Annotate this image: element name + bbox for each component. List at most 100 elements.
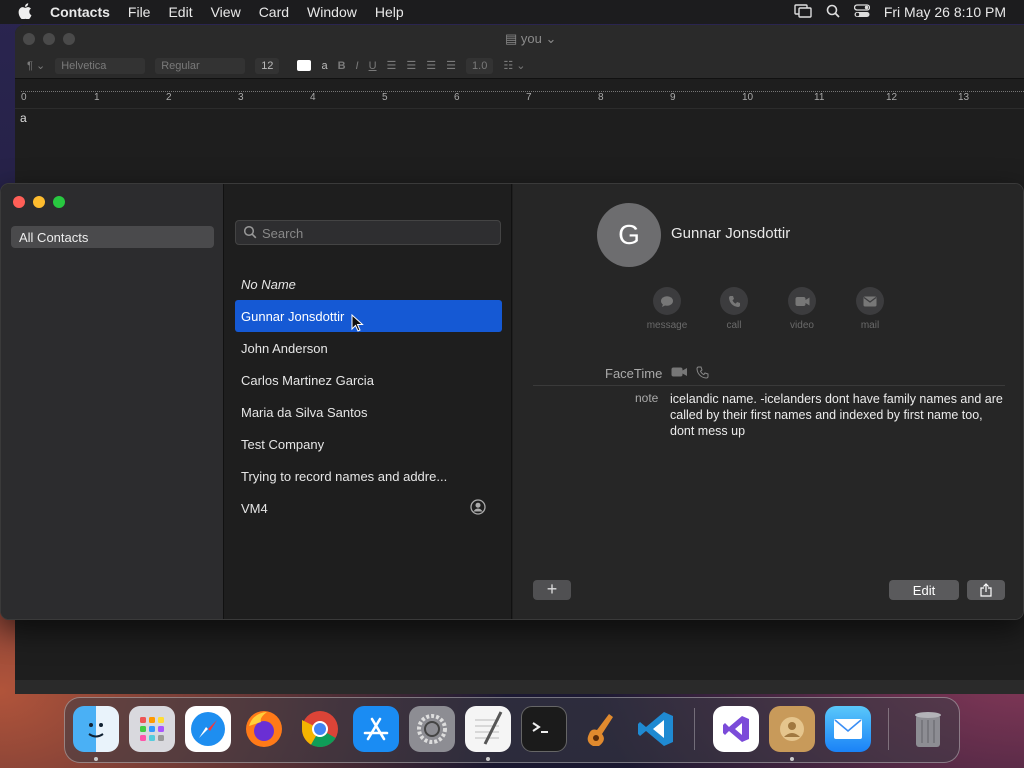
trash-icon[interactable] (905, 706, 951, 752)
video-button[interactable]: video (772, 287, 832, 331)
menu-window[interactable]: Window (307, 4, 357, 20)
list-item[interactable]: Carlos Martinez Garcia (235, 364, 502, 396)
visual-studio-icon[interactable] (713, 706, 759, 752)
share-icon (980, 583, 992, 597)
mail-button[interactable]: mail (840, 287, 900, 331)
ruler-number: 7 (526, 92, 532, 103)
search-placeholder: Search (262, 226, 304, 241)
font-family-select[interactable]: Helvetica (55, 57, 146, 74)
align-right-icon[interactable]: ☰ (426, 59, 436, 72)
font-style-select[interactable]: Regular (155, 57, 246, 74)
align-left-icon[interactable]: ☰ (387, 59, 397, 72)
finder-icon[interactable] (73, 706, 119, 752)
safari-icon[interactable] (185, 706, 231, 752)
menu-file[interactable]: File (128, 4, 151, 20)
justify-icon[interactable]: ☰ (446, 59, 456, 72)
textedit-titlebar: ▤ you ⌄ (15, 25, 1024, 53)
system-settings-icon[interactable] (409, 706, 455, 752)
facetime-label: FaceTime (605, 366, 663, 381)
facetime-video-icon[interactable] (671, 366, 688, 378)
underline-icon[interactable]: U (369, 60, 377, 72)
ruler[interactable]: 0 1 2 3 4 5 6 7 8 9 10 11 12 13 (15, 79, 1024, 109)
firefox-icon[interactable] (241, 706, 287, 752)
vscode-icon[interactable] (633, 706, 679, 752)
launchpad-icon[interactable] (129, 706, 175, 752)
text-color-swatch[interactable] (297, 60, 312, 71)
mail-icon[interactable] (825, 706, 871, 752)
add-contact-button[interactable]: + (533, 580, 571, 600)
minimize-button[interactable] (33, 196, 45, 208)
highlight-color-icon[interactable]: a (321, 60, 327, 72)
ruler-number: 10 (742, 92, 754, 103)
mail-label: mail (860, 320, 880, 331)
apple-menu-icon[interactable] (18, 2, 32, 22)
italic-icon[interactable]: I (356, 60, 359, 72)
divider (533, 385, 1005, 386)
terminal-icon[interactable] (521, 706, 567, 752)
contact-detail: G Gunnar Jonsdottir message call video m… (513, 184, 1023, 619)
spotlight-search-icon[interactable] (826, 4, 840, 21)
list-item-me[interactable]: VM4 (235, 492, 502, 524)
menu-help[interactable]: Help (375, 4, 404, 20)
document-body[interactable]: a (15, 109, 1024, 127)
facetime-audio-icon[interactable] (696, 366, 709, 379)
ruler-number: 5 (382, 92, 388, 103)
menu-bar: Contacts File Edit View Card Window Help… (0, 0, 1024, 24)
contacts-window: All Contacts Search No Name Gunnar Jonsd… (0, 183, 1024, 620)
phone-icon (728, 295, 740, 307)
chrome-icon[interactable] (297, 706, 343, 752)
list-item-label: VM4 (241, 501, 268, 516)
zoom-button[interactable] (63, 33, 75, 45)
list-item[interactable]: Trying to record names and addre... (235, 460, 502, 492)
ruler-number: 9 (670, 92, 676, 103)
control-center-icon[interactable] (853, 3, 870, 21)
document-icon: ▤ (505, 31, 518, 46)
menu-clock[interactable]: Fri May 26 8:10 PM (884, 4, 1006, 20)
menu-card[interactable]: Card (259, 4, 289, 20)
list-style-icon[interactable]: ☷ ⌄ (503, 59, 525, 72)
search-input[interactable]: Search (235, 220, 501, 245)
document-title[interactable]: ▤ you ⌄ (505, 31, 556, 47)
align-center-icon[interactable]: ☰ (406, 59, 416, 72)
ruler-number: 6 (454, 92, 460, 103)
message-button[interactable]: message (637, 287, 697, 331)
close-button[interactable] (23, 33, 35, 45)
note-text[interactable]: icelandic name. -icelanders dont have fa… (670, 391, 1005, 439)
garageband-icon[interactable] (577, 706, 623, 752)
paragraph-style-icon[interactable]: ¶ ⌄ (27, 59, 45, 72)
ruler-number: 1 (94, 92, 100, 103)
message-icon (661, 295, 673, 307)
ruler-number: 4 (310, 92, 316, 103)
list-item[interactable]: Maria da Silva Santos (235, 396, 502, 428)
mouse-cursor-icon (351, 314, 364, 332)
line-spacing-select[interactable]: 1.0 (466, 57, 494, 74)
contact-name: Gunnar Jonsdottir (671, 225, 791, 242)
close-button[interactable] (13, 196, 25, 208)
ruler-number: 8 (598, 92, 604, 103)
avatar[interactable]: G (597, 203, 661, 267)
call-button[interactable]: call (704, 287, 764, 331)
ruler-number: 11 (814, 92, 825, 103)
sidebar-item-all-contacts[interactable]: All Contacts (11, 226, 214, 248)
zoom-button[interactable] (53, 196, 65, 208)
contacts-icon[interactable] (769, 706, 815, 752)
app-store-icon[interactable] (353, 706, 399, 752)
list-item[interactable]: Test Company (235, 428, 502, 460)
list-item-selected[interactable]: Gunnar Jonsdottir (235, 300, 502, 332)
menu-edit[interactable]: Edit (168, 4, 192, 20)
menu-view[interactable]: View (211, 4, 241, 20)
menu-app-name[interactable]: Contacts (50, 4, 110, 20)
minimize-button[interactable] (43, 33, 55, 45)
note-label: note (635, 391, 659, 405)
envelope-icon (863, 296, 877, 306)
message-label: message (646, 320, 688, 331)
list-item[interactable]: John Anderson (235, 332, 502, 364)
bold-icon[interactable]: B (338, 60, 346, 72)
edit-button[interactable]: Edit (889, 580, 959, 600)
call-label: call (726, 320, 742, 331)
font-size-select[interactable]: 12 (255, 57, 280, 74)
screen-mirroring-icon[interactable] (794, 3, 812, 21)
textedit-icon[interactable] (465, 706, 511, 752)
share-button[interactable] (967, 580, 1005, 600)
list-item[interactable]: No Name (235, 268, 502, 300)
